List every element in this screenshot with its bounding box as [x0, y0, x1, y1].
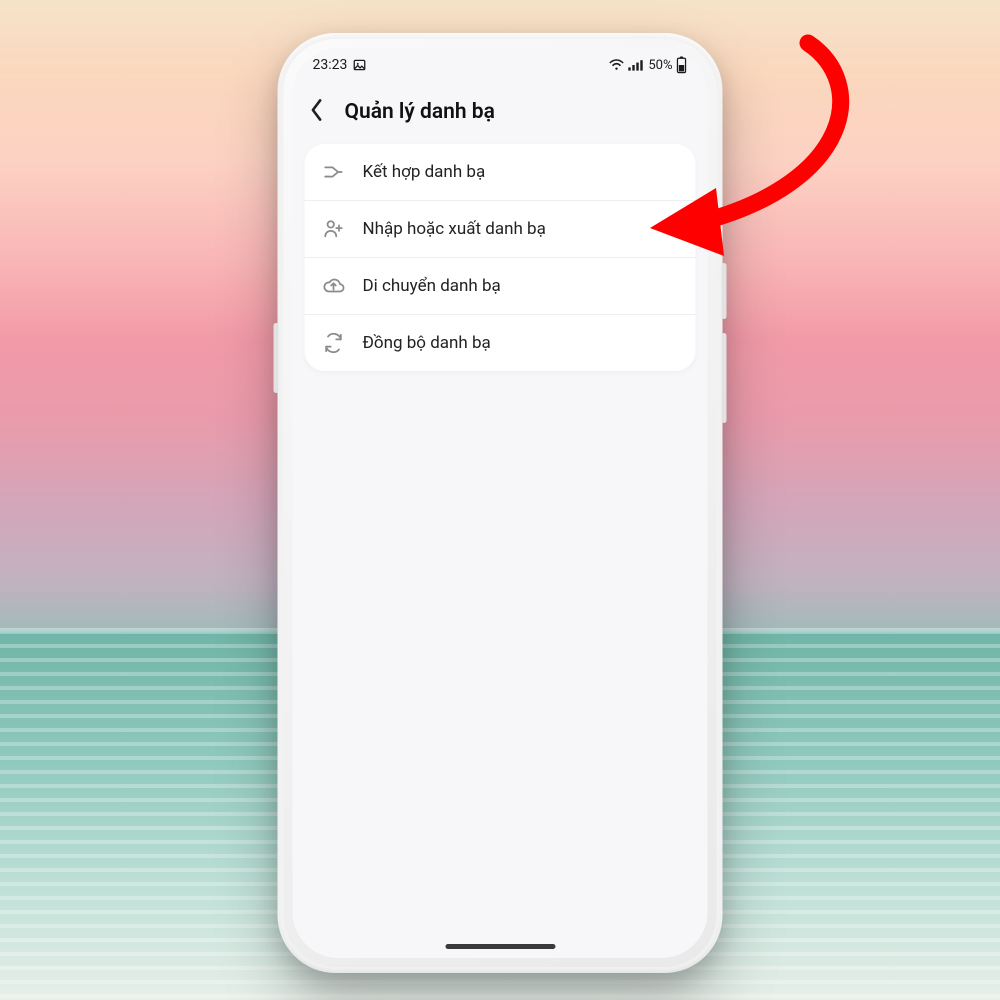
phone-screen: 23:23 50% [293, 48, 708, 958]
power-button [722, 333, 727, 423]
menu-label: Nhập hoặc xuất danh bạ [363, 219, 546, 239]
volume-button [274, 323, 279, 393]
menu-label: Di chuyển danh bạ [363, 276, 501, 296]
menu-item-import-export-contacts[interactable]: Nhập hoặc xuất danh bạ [305, 200, 696, 257]
menu-item-sync-contacts[interactable]: Đồng bộ danh bạ [305, 314, 696, 371]
cloud-upload-icon [323, 275, 345, 297]
menu-item-move-contacts[interactable]: Di chuyển danh bạ [305, 257, 696, 314]
settings-card: Kết hợp danh bạ Nhập hoặc xuất danh bạ D… [305, 144, 696, 371]
page-title: Quản lý danh bạ [345, 100, 495, 124]
status-bar: 23:23 50% [293, 48, 708, 82]
status-time: 23:23 [313, 57, 348, 73]
battery-percent: 50% [648, 58, 672, 73]
signal-icon [627, 59, 643, 71]
side-button-1 [722, 263, 727, 319]
picture-icon [352, 58, 366, 72]
merge-icon [323, 161, 345, 183]
chevron-left-icon [309, 98, 325, 122]
back-button[interactable] [303, 98, 331, 126]
menu-label: Kết hợp danh bạ [363, 162, 486, 182]
menu-label: Đồng bộ danh bạ [363, 333, 491, 353]
home-indicator[interactable] [445, 944, 555, 949]
sync-icon [323, 332, 345, 354]
menu-item-merge-contacts[interactable]: Kết hợp danh bạ [305, 144, 696, 200]
battery-icon [676, 56, 688, 74]
screen-header: Quản lý danh bạ [293, 82, 708, 140]
person-plus-icon [323, 218, 345, 240]
phone-frame: 23:23 50% [278, 33, 723, 973]
wifi-icon [608, 59, 624, 71]
